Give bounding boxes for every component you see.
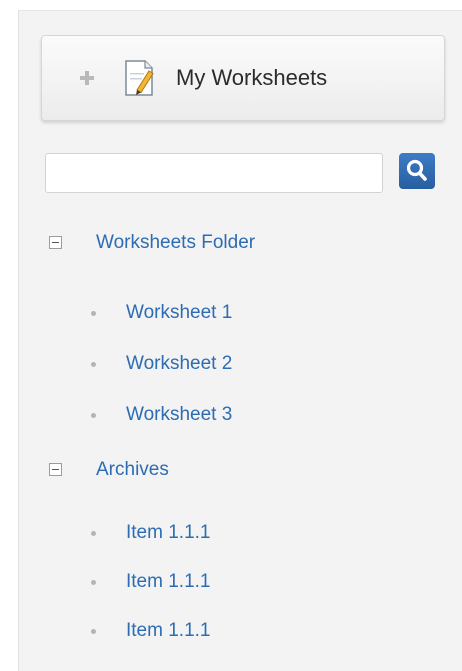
my-worksheets-button[interactable]: My Worksheets bbox=[41, 35, 445, 121]
tree-item-label: Item 1.1.1 bbox=[126, 571, 211, 592]
plus-icon[interactable] bbox=[80, 71, 94, 85]
worksheet-sidebar: My Worksheets Worksheets Folder Workshee… bbox=[18, 10, 462, 671]
tree-item-label: Worksheet 1 bbox=[126, 302, 233, 323]
header-title: My Worksheets bbox=[176, 65, 328, 90]
bullet-icon bbox=[91, 580, 96, 585]
collapse-icon[interactable] bbox=[49, 463, 62, 476]
bullet-icon bbox=[91, 531, 96, 536]
folder-label: Archives bbox=[96, 459, 169, 480]
tree-item-label: Worksheet 3 bbox=[126, 404, 233, 425]
bullet-icon bbox=[91, 629, 96, 634]
tree-item-label: Item 1.1.1 bbox=[126, 522, 211, 543]
search-icon bbox=[406, 159, 427, 181]
bullet-icon bbox=[91, 311, 96, 316]
collapse-icon[interactable] bbox=[49, 236, 62, 249]
tree-item-label: Item 1.1.1 bbox=[126, 620, 211, 641]
document-edit-icon bbox=[124, 59, 156, 97]
bullet-icon bbox=[91, 362, 96, 367]
tree-item-label: Worksheet 2 bbox=[126, 353, 233, 374]
search-input[interactable] bbox=[45, 153, 383, 193]
search-button[interactable] bbox=[399, 153, 435, 189]
bullet-icon bbox=[91, 413, 96, 418]
folder-label: Worksheets Folder bbox=[96, 232, 256, 253]
